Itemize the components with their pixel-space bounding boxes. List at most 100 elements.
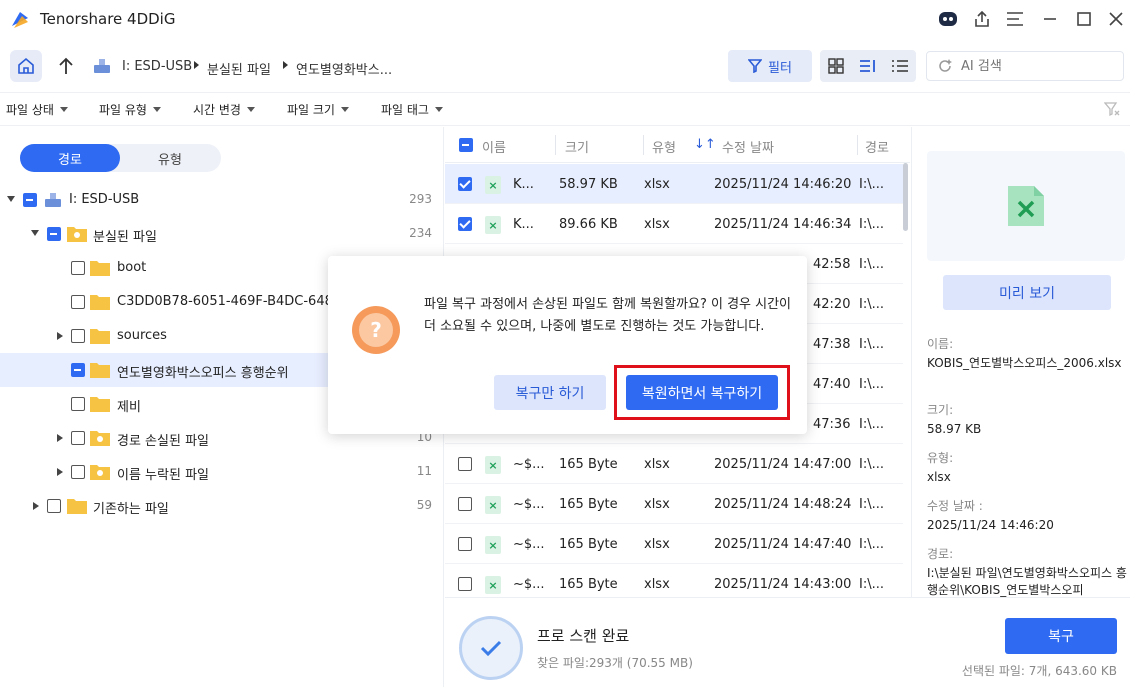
filter-file-size[interactable]: 파일 크기: [287, 101, 349, 118]
expand-arrow-icon[interactable]: [33, 502, 39, 510]
col-type[interactable]: 유형: [652, 137, 676, 156]
filter-time-changed[interactable]: 시간 변경: [193, 101, 255, 118]
filter-button[interactable]: 필터: [728, 50, 812, 82]
row-checkbox[interactable]: [458, 457, 472, 471]
tree-checkbox[interactable]: [71, 363, 85, 377]
repair-and-recover-button[interactable]: 복원하면서 복구하기: [626, 375, 778, 410]
preview-button[interactable]: 미리 보기: [943, 275, 1111, 310]
file-row[interactable]: × ~$... 165 Byte xlsx 2025/11/24 14:47:0…: [445, 444, 903, 484]
col-name[interactable]: 이름: [482, 137, 506, 156]
title-bar: Tenorshare 4DDiG: [0, 0, 1130, 40]
ai-search-icon: [939, 59, 952, 72]
list-view-icon[interactable]: [884, 50, 916, 82]
expand-arrow-icon[interactable]: [57, 332, 63, 340]
close-icon[interactable]: [1102, 6, 1130, 32]
file-type: xlsx: [644, 177, 670, 192]
file-row[interactable]: × ~$... 165 Byte xlsx 2025/11/24 14:48:2…: [445, 484, 903, 524]
recover-only-button[interactable]: 복구만 하기: [494, 375, 606, 410]
file-row[interactable]: × K... 58.97 KB xlsx 2025/11/24 14:46:20…: [445, 164, 903, 204]
row-checkbox[interactable]: [458, 497, 472, 511]
tree-item-lost-files[interactable]: 분실된 파일 234: [0, 217, 444, 251]
column-divider[interactable]: [555, 135, 556, 155]
tree-checkbox[interactable]: [47, 227, 61, 241]
row-checkbox[interactable]: [458, 217, 472, 231]
tree-checkbox[interactable]: [71, 329, 85, 343]
recover-button[interactable]: 복구: [1005, 618, 1117, 654]
row-checkbox[interactable]: [458, 537, 472, 551]
preview-type-label: 유형:: [927, 451, 954, 465]
expand-arrow-icon[interactable]: [7, 196, 15, 202]
expand-arrow-icon[interactable]: [57, 468, 63, 476]
maximize-icon[interactable]: [1070, 6, 1098, 32]
app-title: Tenorshare 4DDiG: [40, 10, 176, 28]
clear-filter-icon[interactable]: [1104, 101, 1120, 117]
minimize-icon[interactable]: [1036, 6, 1064, 32]
folder-icon: [67, 499, 87, 514]
tree-checkbox[interactable]: [47, 499, 61, 513]
checkmark-icon: [480, 640, 502, 657]
column-divider[interactable]: [857, 135, 858, 155]
expand-arrow-icon[interactable]: [57, 434, 63, 442]
grid-view-icon[interactable]: [820, 50, 852, 82]
selected-files-info: 선택된 파일: 7개, 643.60 KB: [961, 664, 1117, 678]
toggle-type[interactable]: 유형: [120, 144, 220, 172]
chevron-down-icon: [340, 107, 349, 112]
tree-item-name-missing[interactable]: 이름 누락된 파일 11: [0, 455, 444, 489]
tree-count: 293: [409, 192, 432, 206]
select-all-checkbox[interactable]: [459, 138, 473, 152]
view-toggle: 경로 유형: [20, 144, 221, 172]
breadcrumb-folder[interactable]: 분실된 파일: [207, 59, 271, 78]
file-name: ~$...: [513, 577, 545, 592]
file-name: K...: [513, 177, 534, 192]
dialog-message: 파일 복구 과정에서 손상된 파일도 함께 복원할까요? 이 경우 시간이 더 …: [424, 297, 792, 334]
home-button[interactable]: [10, 50, 42, 82]
filter-file-tag[interactable]: 파일 태그: [381, 101, 443, 118]
file-name: K...: [513, 217, 534, 232]
filter-file-tag-label: 파일 태그: [381, 103, 429, 117]
tree-checkbox[interactable]: [71, 465, 85, 479]
file-row[interactable]: × ~$... 165 Byte xlsx 2025/11/24 14:47:4…: [445, 524, 903, 564]
col-date[interactable]: 수정 날짜: [722, 137, 774, 156]
folder-icon: [90, 363, 110, 378]
file-row[interactable]: × ~$... 165 Byte xlsx 2025/11/24 14:43:0…: [445, 564, 903, 597]
usb-drive-icon: [94, 59, 110, 73]
chevron-down-icon: [152, 107, 161, 112]
ai-search-input[interactable]: [961, 58, 1111, 74]
expand-arrow-icon[interactable]: [31, 230, 39, 236]
file-row[interactable]: × K... 89.66 KB xlsx 2025/11/24 14:46:34…: [445, 204, 903, 244]
file-date: 2025/11/24 14:43:00: [714, 577, 852, 592]
file-path: I:\...: [859, 257, 884, 272]
file-list-scrollbar[interactable]: [903, 163, 910, 597]
col-size[interactable]: 크기: [565, 137, 589, 156]
sort-icon[interactable]: ↓↑: [694, 137, 716, 152]
tree-item-drive[interactable]: I: ESD-USB 293: [0, 183, 444, 217]
file-date: 2025/11/24 14:47:00: [714, 457, 852, 472]
share-icon[interactable]: [968, 6, 996, 32]
column-divider[interactable]: [643, 135, 644, 155]
tree-item-existing[interactable]: 기존하는 파일 59: [0, 489, 444, 523]
tree-checkbox[interactable]: [23, 193, 37, 207]
filter-file-type[interactable]: 파일 유형: [99, 101, 161, 118]
tree-checkbox[interactable]: [71, 397, 85, 411]
scrollbar-thumb[interactable]: [903, 163, 908, 231]
file-path: I:\...: [859, 177, 884, 192]
toggle-path[interactable]: 경로: [20, 144, 120, 172]
row-checkbox[interactable]: [458, 177, 472, 191]
menu-icon[interactable]: [1001, 6, 1029, 32]
file-type: xlsx: [644, 577, 670, 592]
detail-view-icon[interactable]: [852, 50, 884, 82]
ai-search-box[interactable]: [926, 51, 1124, 81]
row-checkbox[interactable]: [458, 577, 472, 591]
special-folder-icon: [90, 465, 110, 480]
tree-checkbox[interactable]: [71, 261, 85, 275]
filter-file-status[interactable]: 파일 상태: [6, 101, 68, 118]
tree-checkbox[interactable]: [71, 295, 85, 309]
breadcrumb-drive[interactable]: I: ESD-USB: [122, 59, 192, 74]
preview-date-value: 2025/11/24 14:46:20: [927, 518, 1054, 532]
assistant-bot-icon[interactable]: [934, 6, 962, 32]
tree-checkbox[interactable]: [71, 431, 85, 445]
breadcrumb-current[interactable]: 연도별영화박스...: [296, 59, 392, 78]
preview-panel: 미리 보기 이름: KOBIS_연도별박스오피스_2006.xlsx 크기: 5…: [911, 127, 1130, 597]
up-arrow-icon[interactable]: [55, 54, 77, 78]
col-path[interactable]: 경로: [865, 137, 889, 156]
